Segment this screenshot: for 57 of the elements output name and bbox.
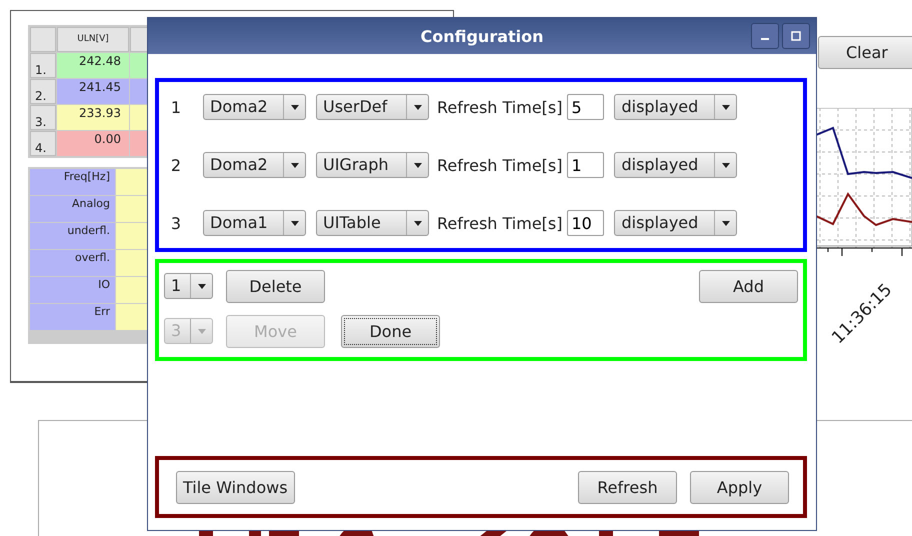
dropdown-arrow-icon <box>290 220 298 226</box>
refresh-button[interactable]: Refresh <box>578 470 677 504</box>
table-cell: 233.93 <box>57 105 129 130</box>
dropdown-arrow-icon <box>198 284 206 288</box>
apply-button[interactable]: Apply <box>690 470 789 504</box>
type-dropdown[interactable]: UserDef <box>316 94 429 120</box>
row-label: Freq[Hz] <box>30 169 115 195</box>
row-number: 1 <box>170 98 181 116</box>
delete-button[interactable]: Delete <box>226 270 325 302</box>
field-label: Refresh Time[s] <box>437 214 562 232</box>
visibility-dropdown[interactable]: displayed <box>614 152 738 178</box>
column-header: ULN[V] <box>57 27 129 52</box>
dropdown-arrow-icon <box>414 104 422 110</box>
maximize-button[interactable] <box>782 23 810 49</box>
dropdown-arrow-icon <box>722 220 730 226</box>
row-label: Analog <box>30 196 115 222</box>
refresh-time-field[interactable]: 1 <box>567 152 604 178</box>
dropdown-arrow-icon <box>290 162 298 168</box>
row-number: 3 <box>170 214 181 232</box>
table-cell: 241.45 <box>57 79 129 104</box>
row-header: 4. <box>30 131 56 156</box>
field-label: Refresh Time[s] <box>437 98 562 116</box>
table-cell: 0.00 <box>57 131 129 156</box>
maximize-icon <box>791 31 801 41</box>
dropdown-arrow-icon <box>722 104 730 110</box>
dropdown-arrow-icon <box>198 328 206 334</box>
done-button[interactable]: Done <box>341 314 440 348</box>
row-header: 3. <box>30 105 56 130</box>
row-label: underfl. <box>30 223 115 249</box>
row-label: IO <box>30 277 115 303</box>
window-title: Configuration <box>420 26 544 46</box>
refresh-time-field[interactable]: 10 <box>567 210 604 236</box>
visibility-dropdown[interactable]: displayed <box>614 94 738 120</box>
table-cell: 242.48 <box>57 53 129 78</box>
clear-button[interactable]: Clear <box>818 36 912 69</box>
dropdown-arrow-icon <box>290 104 298 110</box>
field-label: Refresh Time[s] <box>437 156 562 174</box>
row-number: 2 <box>170 156 181 174</box>
tile-windows-button[interactable]: Tile Windows <box>176 470 295 504</box>
minimize-button[interactable] <box>751 23 779 49</box>
source-dropdown[interactable]: Doma2 <box>203 152 306 178</box>
row-label: overfl. <box>30 250 115 276</box>
row-label: Err <box>30 304 115 330</box>
type-dropdown[interactable]: UITable <box>316 210 429 236</box>
visibility-dropdown[interactable]: displayed <box>614 210 738 236</box>
dropdown-arrow-icon <box>722 162 730 168</box>
dropdown-arrow-icon <box>414 220 422 226</box>
row-header: 1. <box>30 53 56 78</box>
refresh-time-field[interactable]: 5 <box>567 94 604 120</box>
table-corner <box>30 27 56 52</box>
dropdown-arrow-icon <box>414 162 422 168</box>
type-dropdown[interactable]: UIGraph <box>316 152 429 178</box>
row-dropdown[interactable]: 1 <box>164 273 213 299</box>
source-dropdown[interactable]: Doma1 <box>203 210 306 236</box>
row-header: 2. <box>30 79 56 104</box>
add-button[interactable]: Add <box>699 270 798 302</box>
source-dropdown[interactable]: Doma2 <box>203 94 306 120</box>
